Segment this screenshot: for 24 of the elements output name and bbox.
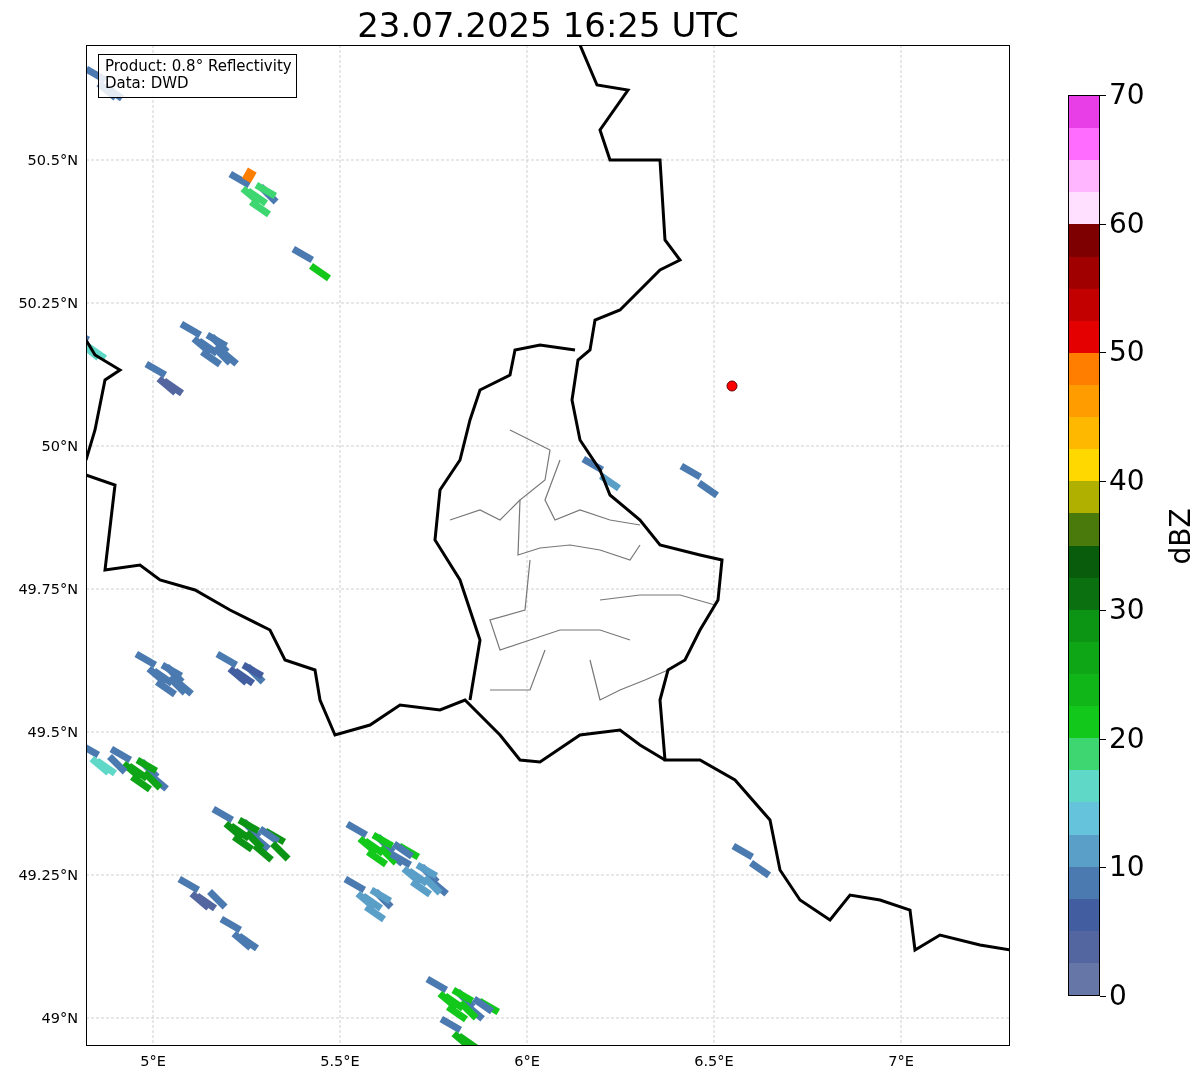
colorbar-tick-label: 20 xyxy=(1100,723,1145,754)
colorbar-tick-label: 40 xyxy=(1100,466,1145,497)
colorbar-tick-label: 60 xyxy=(1100,208,1145,239)
longitude-label: 6°E xyxy=(514,1053,540,1069)
colorbar-tick-label: 50 xyxy=(1100,337,1145,368)
latitude-label: 49.75°N xyxy=(18,581,78,597)
longitude-label: 5.5°E xyxy=(320,1053,360,1069)
colorbar-label: dBZ xyxy=(1163,508,1197,565)
latitude-label: 50°N xyxy=(41,438,78,454)
colorbar-tick-label: 0 xyxy=(1100,981,1127,1011)
legend-text: Product: 0.8° Reflectivity xyxy=(105,58,292,75)
colorbar-tick-label: 10 xyxy=(1100,852,1145,883)
legend-text: Data: DWD xyxy=(105,75,190,92)
colorbar-tick-label: 30 xyxy=(1100,594,1145,625)
latitude-label: 50.5°N xyxy=(27,152,78,168)
chart-title: 23.07.2025 16:25 UTC xyxy=(356,4,740,45)
longitude-label: 5°E xyxy=(140,1053,166,1069)
colorbar-tick-label: 70 xyxy=(1100,80,1145,110)
latitude-label: 50.25°N xyxy=(18,295,78,311)
longitude-label: 6.5°E xyxy=(694,1053,734,1069)
longitude-label: 7°E xyxy=(888,1053,914,1069)
latitude-label: 49.25°N xyxy=(18,867,78,883)
latitude-label: 49.5°N xyxy=(27,724,78,740)
latitude-label: 49°N xyxy=(41,1010,78,1026)
